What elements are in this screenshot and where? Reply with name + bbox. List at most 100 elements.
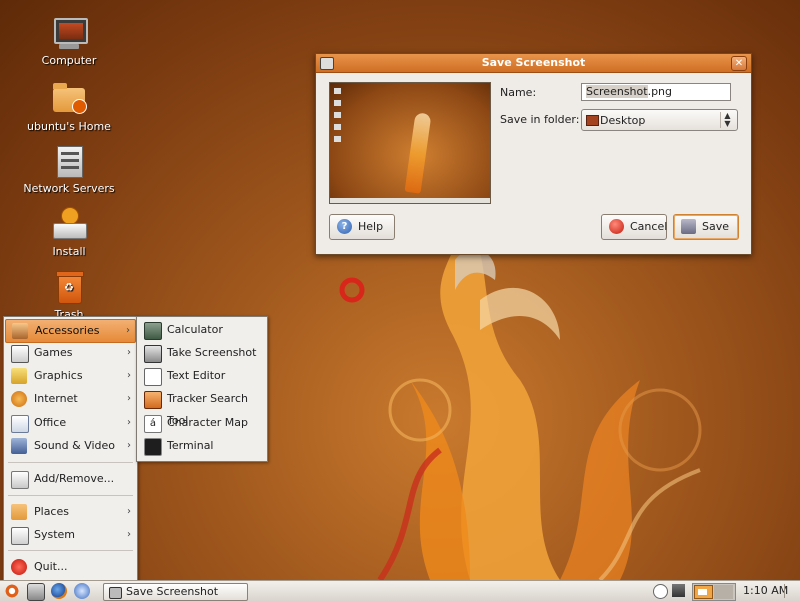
ubuntu-menu-icon[interactable] [4,583,20,599]
menu-separator [8,495,133,496]
panel-separator [784,584,785,598]
desktop-icon-label: Install [52,245,86,258]
install-icon [51,207,87,241]
name-field-extension: .png [647,85,673,98]
menu-item-games[interactable]: Games › [5,342,136,364]
menu-item-tracker-search-tool[interactable]: Tracker Search Tool [138,388,266,427]
camera-icon [144,345,162,363]
search-tool-icon [144,391,162,409]
floppy-icon [681,219,696,234]
taskbar-button-label: Save Screenshot [126,585,219,598]
menu-item-label: Games [34,346,73,359]
name-field-selected-text: Screenshot [586,85,648,98]
close-button[interactable]: ✕ [731,56,747,71]
desktop-icon-label: ubuntu's Home [27,120,111,133]
show-desktop-icon[interactable] [27,583,45,601]
help-button-label: Help [358,220,384,233]
internet-icon [11,391,27,407]
games-icon [11,345,29,363]
terminal-icon [144,438,162,456]
desktop-icon-home[interactable]: ubuntu's Home [21,82,117,133]
network-servers-icon [51,144,87,178]
save-button-label: Save [702,220,730,233]
menu-item-label: Sound & Video [34,439,116,452]
quit-icon [11,559,27,575]
chevron-right-icon: › [127,370,131,381]
accessories-icon [12,323,28,339]
menu-item-take-screenshot[interactable]: Take Screenshot [138,342,266,364]
chevron-right-icon: › [127,347,131,358]
mail-client-icon[interactable] [74,583,90,599]
text-editor-icon [144,368,162,386]
desktop-folder-icon [586,115,599,126]
graphics-icon [11,368,27,384]
menu-item-text-editor[interactable]: Text Editor [138,365,266,387]
save-screenshot-dialog: Save Screenshot ✕ Name: Screenshot.png S… [315,53,752,255]
applications-menu: Accessories › Games › Graphics › Interne… [3,316,138,582]
accessories-submenu: Calculator Take Screenshot Text Editor T… [136,316,268,462]
cancel-button[interactable]: Cancel [601,214,667,240]
menu-item-label: Terminal [167,439,214,452]
home-folder-icon [51,82,87,116]
desktop-icon-label: Computer [41,54,97,67]
folder-select[interactable]: Desktop ▲ ▼ [581,109,738,131]
menu-item-accessories[interactable]: Accessories › [5,319,136,343]
menu-item-add-remove[interactable]: Add/Remove... [5,468,136,490]
taskbar-button-save-screenshot[interactable]: Save Screenshot [103,583,248,601]
save-button[interactable]: Save [673,214,739,240]
menu-item-label: Take Screenshot [167,346,257,359]
menu-item-label: Internet [34,392,78,405]
menu-item-label: Character Map [167,416,249,429]
chevron-right-icon: › [127,417,131,428]
help-button[interactable]: ? Help [329,214,395,240]
menu-separator [8,462,133,463]
menu-item-label: Quit... [34,560,68,573]
menu-item-character-map[interactable]: á Character Map [138,412,266,434]
workspace-1[interactable] [694,585,713,599]
computer-icon [51,16,88,50]
places-icon [11,504,27,520]
desktop-icon-install[interactable]: Install [21,207,117,258]
dialog-titlebar[interactable]: Save Screenshot ✕ [316,54,751,73]
menu-item-internet[interactable]: Internet › [5,388,136,410]
workspace-switcher[interactable] [692,583,736,601]
folder-select-value: Desktop [600,114,646,127]
workspace-2[interactable] [714,585,733,599]
name-field[interactable]: Screenshot.png [581,83,731,101]
chevron-right-icon: › [127,529,131,540]
bottom-panel: Save Screenshot 1:10 AM [0,580,800,601]
update-notifier-icon[interactable] [653,584,668,599]
system-icon [11,527,29,545]
chevron-updown-icon: ▲ ▼ [720,112,734,128]
screenshot-preview [329,82,491,204]
chevron-right-icon: › [127,440,131,451]
camera-icon [109,587,122,599]
menu-item-quit[interactable]: Quit... [5,556,136,578]
menu-item-system[interactable]: System › [5,524,136,546]
chevron-right-icon: › [126,325,130,336]
network-icon[interactable] [672,584,685,597]
desktop-icon-computer[interactable]: Computer [21,16,117,67]
folder-label: Save in folder: [500,113,580,126]
menu-item-label: System [34,528,76,541]
office-icon [11,415,29,433]
desktop-icon-network-servers[interactable]: Network Servers [21,144,117,195]
menu-item-label: Office [34,416,67,429]
firefox-icon[interactable] [51,583,67,599]
menu-item-graphics[interactable]: Graphics › [5,365,136,387]
clock[interactable]: 1:10 AM [743,581,788,601]
camera-icon [320,57,334,70]
name-label: Name: [500,86,537,99]
menu-item-places[interactable]: Places › [5,501,136,523]
chevron-right-icon: › [127,393,131,404]
menu-item-terminal[interactable]: Terminal [138,435,266,457]
desktop-icon-label: Network Servers [23,182,115,195]
menu-item-office[interactable]: Office › [5,412,136,434]
menu-item-label: Accessories [35,324,100,337]
menu-item-calculator[interactable]: Calculator [138,319,266,341]
menu-item-sound-video[interactable]: Sound & Video › [5,435,136,457]
desktop-icon-trash[interactable]: ♻ Trash [21,270,117,321]
trash-icon: ♻ [51,270,87,304]
chevron-right-icon: › [127,506,131,517]
menu-item-label: Calculator [167,323,223,336]
